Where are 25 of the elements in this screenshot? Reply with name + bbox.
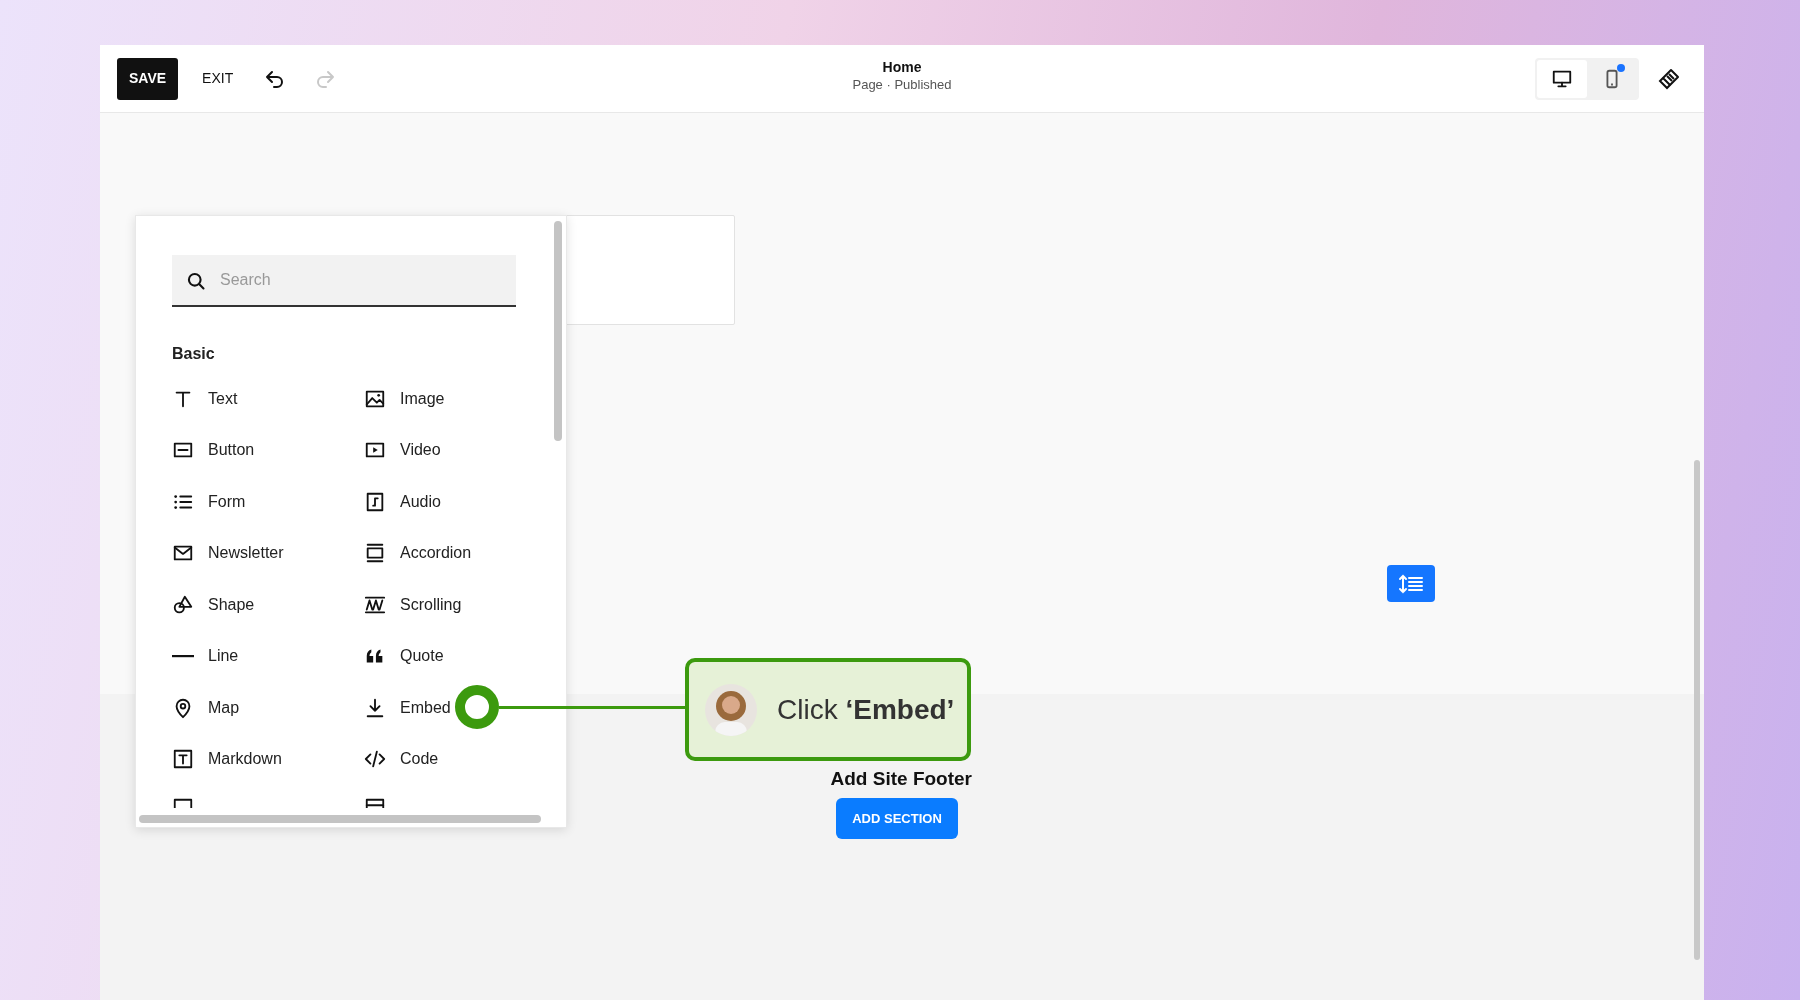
block-item[interactable]: Code [364, 733, 542, 785]
block-item[interactable]: Form [172, 476, 364, 528]
save-button[interactable]: SAVE [117, 57, 179, 100]
block-item[interactable]: Map [172, 682, 364, 734]
callout-text: Click ‘Embed’ [777, 692, 955, 727]
block-item[interactable]: Scrolling [364, 579, 542, 631]
page-title: Home [882, 59, 922, 77]
footer-heading: Add Site Footer [829, 767, 972, 791]
block-item[interactable]: Line [172, 630, 364, 682]
section-heading: Basic [172, 344, 215, 364]
block-item[interactable]: Image [364, 373, 542, 425]
block-item[interactable]: Accordion [364, 527, 542, 579]
block-item[interactable]: Shape [172, 579, 364, 631]
block-item[interactable]: Text [172, 373, 364, 425]
page-status: Page · Published [852, 76, 952, 93]
block-item[interactable]: Audio [364, 476, 542, 528]
block-item[interactable]: Newsletter [172, 527, 364, 579]
block-item[interactable]: Quote [364, 630, 542, 682]
block-item[interactable]: Markdown [172, 733, 364, 785]
exit-button[interactable]: EXIT [192, 57, 244, 100]
add-section-button[interactable]: ADD SECTION [836, 798, 958, 839]
block-item[interactable]: Video [364, 424, 542, 476]
search-field[interactable]: Search [172, 255, 516, 307]
block-item[interactable]: Button [172, 424, 364, 476]
block-item[interactable]: Embed [364, 682, 542, 734]
